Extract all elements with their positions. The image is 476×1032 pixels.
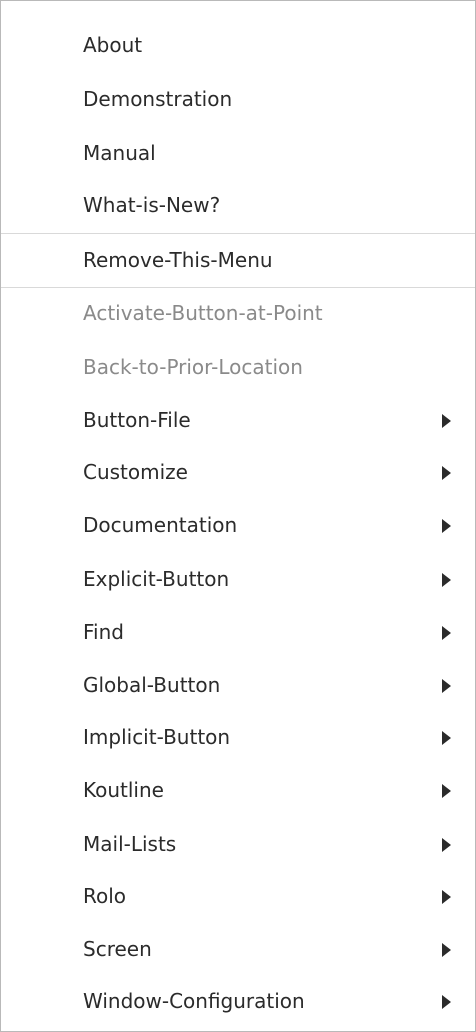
submenu-arrow-icon xyxy=(442,890,451,904)
menu-item-label: Screen xyxy=(83,937,152,961)
menu-item-implicit-button[interactable]: Implicit-Button xyxy=(1,714,475,760)
popup-menu: About Demonstration Manual What-is-New? … xyxy=(0,0,476,1032)
menu-item-label: Activate-Button-at-Point xyxy=(83,301,323,325)
submenu-arrow-icon xyxy=(442,838,451,852)
menu-item-remove-this-menu[interactable]: Remove-This-Menu xyxy=(1,237,475,283)
menu-item-label: Manual xyxy=(83,141,156,165)
menu-item-screen[interactable]: Screen xyxy=(1,926,475,972)
menu-item-label: Implicit-Button xyxy=(83,725,231,749)
menu-item-label: Explicit-Button xyxy=(83,567,230,591)
menu-item-what-is-new[interactable]: What-is-New? xyxy=(1,182,475,228)
menu-separator xyxy=(1,233,475,234)
menu-item-explicit-button[interactable]: Explicit-Button xyxy=(1,556,475,602)
menu-item-find[interactable]: Find xyxy=(1,609,475,655)
menu-item-label: About xyxy=(83,33,143,57)
submenu-arrow-icon xyxy=(442,784,451,798)
menu-separator xyxy=(1,287,475,288)
menu-item-mail-lists[interactable]: Mail-Lists xyxy=(1,821,475,867)
menu-item-about[interactable]: About xyxy=(1,22,475,68)
menu-item-label: Find xyxy=(83,620,124,644)
menu-item-window-configuration[interactable]: Window-Configuration xyxy=(1,978,475,1024)
menu-item-label: Window-Configuration xyxy=(83,989,305,1013)
menu-item-label: Mail-Lists xyxy=(83,832,177,856)
submenu-arrow-icon xyxy=(442,414,451,428)
menu-item-label: Customize xyxy=(83,460,188,484)
menu-item-koutline[interactable]: Koutline xyxy=(1,767,475,813)
menu-item-customize[interactable]: Customize xyxy=(1,449,475,495)
submenu-arrow-icon xyxy=(442,995,451,1009)
menu-item-label: What-is-New? xyxy=(83,193,221,217)
submenu-arrow-icon xyxy=(442,573,451,587)
menu-item-global-button[interactable]: Global-Button xyxy=(1,662,475,708)
menu-item-demonstration[interactable]: Demonstration xyxy=(1,76,475,122)
menu-item-label: Rolo xyxy=(83,884,127,908)
menu-item-documentation[interactable]: Documentation xyxy=(1,502,475,548)
submenu-arrow-icon xyxy=(442,519,451,533)
menu-item-label: Back-to-Prior-Location xyxy=(83,355,303,379)
menu-item-manual[interactable]: Manual xyxy=(1,130,475,176)
menu-item-label: Demonstration xyxy=(83,87,233,111)
menu-item-back-to-prior-location: Back-to-Prior-Location xyxy=(1,344,475,390)
menu-item-label: Global-Button xyxy=(83,673,221,697)
menu-item-button-file[interactable]: Button-File xyxy=(1,397,475,443)
submenu-arrow-icon xyxy=(442,626,451,640)
menu-item-rolo[interactable]: Rolo xyxy=(1,873,475,919)
submenu-arrow-icon xyxy=(442,466,451,480)
menu-item-label: Button-File xyxy=(83,408,191,432)
submenu-arrow-icon xyxy=(442,943,451,957)
menu-item-label: Koutline xyxy=(83,778,164,802)
submenu-arrow-icon xyxy=(442,731,451,745)
menu-item-activate-button-at-point: Activate-Button-at-Point xyxy=(1,290,475,336)
menu-item-label: Remove-This-Menu xyxy=(83,248,273,272)
menu-item-label: Documentation xyxy=(83,513,238,537)
submenu-arrow-icon xyxy=(442,679,451,693)
